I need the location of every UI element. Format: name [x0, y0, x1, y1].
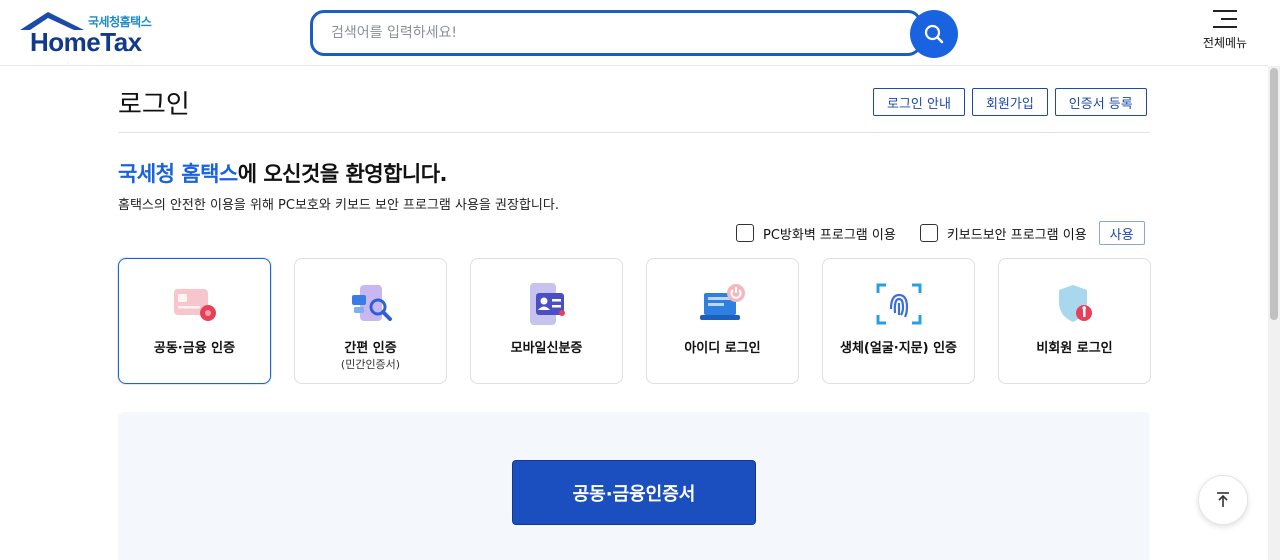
card-label: 아이디 로그인 — [684, 341, 761, 356]
pc-firewall-option[interactable]: PC방화벽 프로그램 이용 — [736, 224, 896, 243]
search-input[interactable] — [313, 13, 919, 53]
vertical-scrollbar[interactable] — [1268, 66, 1280, 560]
search-icon — [924, 24, 944, 44]
card-label: 생체(얼굴·지문) 인증 — [839, 341, 958, 356]
card-label: 비회원 로그인 — [1036, 341, 1113, 356]
card-sublabel: (민간인증서) — [340, 358, 401, 371]
joint-certificate-login-button[interactable]: 공동·금융인증서 — [512, 460, 756, 525]
card-label: 모바일신분증 — [510, 341, 583, 356]
card-label: 간편 인증 — [344, 341, 397, 356]
pc-firewall-label: PC방화벽 프로그램 이용 — [763, 227, 896, 243]
login-guide-button[interactable]: 로그인 안내 — [873, 88, 965, 116]
use-button[interactable]: 사용 — [1098, 221, 1145, 245]
top-button-group: 로그인 안내 회원가입 인증서 등록 — [873, 88, 1147, 116]
hamburger-icon — [1213, 10, 1237, 28]
search-box — [310, 10, 922, 56]
pc-firewall-checkbox[interactable] — [736, 224, 754, 242]
fingerprint-icon — [876, 283, 921, 325]
register-certificate-button[interactable]: 인증서 등록 — [1054, 88, 1147, 116]
mobile-id-icon — [529, 283, 565, 325]
hometax-logo[interactable]: 국세청홈택스 HomeTax — [18, 10, 168, 58]
login-method-biometric[interactable]: 생체(얼굴·지문) 인증 — [822, 258, 975, 384]
full-menu-button[interactable]: 전체메뉴 — [1198, 8, 1252, 60]
page-title: 로그인 — [118, 90, 190, 120]
title-divider — [118, 132, 1150, 133]
signup-button[interactable]: 회원가입 — [971, 88, 1048, 116]
shield-icon — [1058, 285, 1092, 322]
login-method-id-login[interactable]: 아이디 로그인 — [646, 258, 799, 384]
welcome-highlight: 국세청 홈택스 — [118, 162, 238, 186]
login-method-joint-certificate[interactable]: 공동·금융 인증 — [118, 258, 271, 384]
login-method-non-member[interactable]: 비회원 로그인 — [998, 258, 1151, 384]
simple-auth-icon — [351, 285, 392, 321]
welcome-rest: 에 오신것을 환영합니다. — [237, 162, 448, 186]
keyboard-security-option[interactable]: 키보드보안 프로그램 이용 — [919, 224, 1087, 243]
welcome-description: 홈택스의 안전한 이용을 위해 PC보호와 키보드 보안 프로그램 사용을 권장… — [118, 198, 559, 213]
laptop-login-icon — [699, 284, 745, 320]
card-label: 공동·금융 인증 — [153, 341, 236, 356]
login-method-simple-auth[interactable]: 간편 인증 (민간인증서) — [294, 258, 447, 384]
arrow-up-icon — [1217, 492, 1229, 507]
site-header: 국세청홈택스 HomeTax 전체메뉴 — [0, 0, 1268, 66]
certificate-card-icon — [173, 289, 216, 321]
logo-wordmark: HomeTax — [30, 27, 142, 57]
security-options: PC방화벽 프로그램 이용 키보드보안 프로그램 이용 사용 — [736, 220, 1145, 246]
login-method-list: 공동·금융 인증 간편 인증 (민간인증서) 모바일신분증 아이디 로그인 생체… — [118, 258, 1151, 384]
search-button[interactable] — [910, 10, 958, 58]
keyboard-security-label: 키보드보안 프로그램 이용 — [946, 227, 1087, 243]
login-method-mobile-id[interactable]: 모바일신분증 — [470, 258, 623, 384]
welcome-heading: 국세청 홈택스에 오신것을 환영합니다. — [118, 158, 448, 188]
scrollbar-thumb[interactable] — [1270, 68, 1278, 320]
keyboard-security-checkbox[interactable] — [919, 224, 938, 242]
scroll-to-top-button[interactable] — [1198, 475, 1248, 525]
full-menu-label: 전체메뉴 — [1202, 36, 1248, 50]
